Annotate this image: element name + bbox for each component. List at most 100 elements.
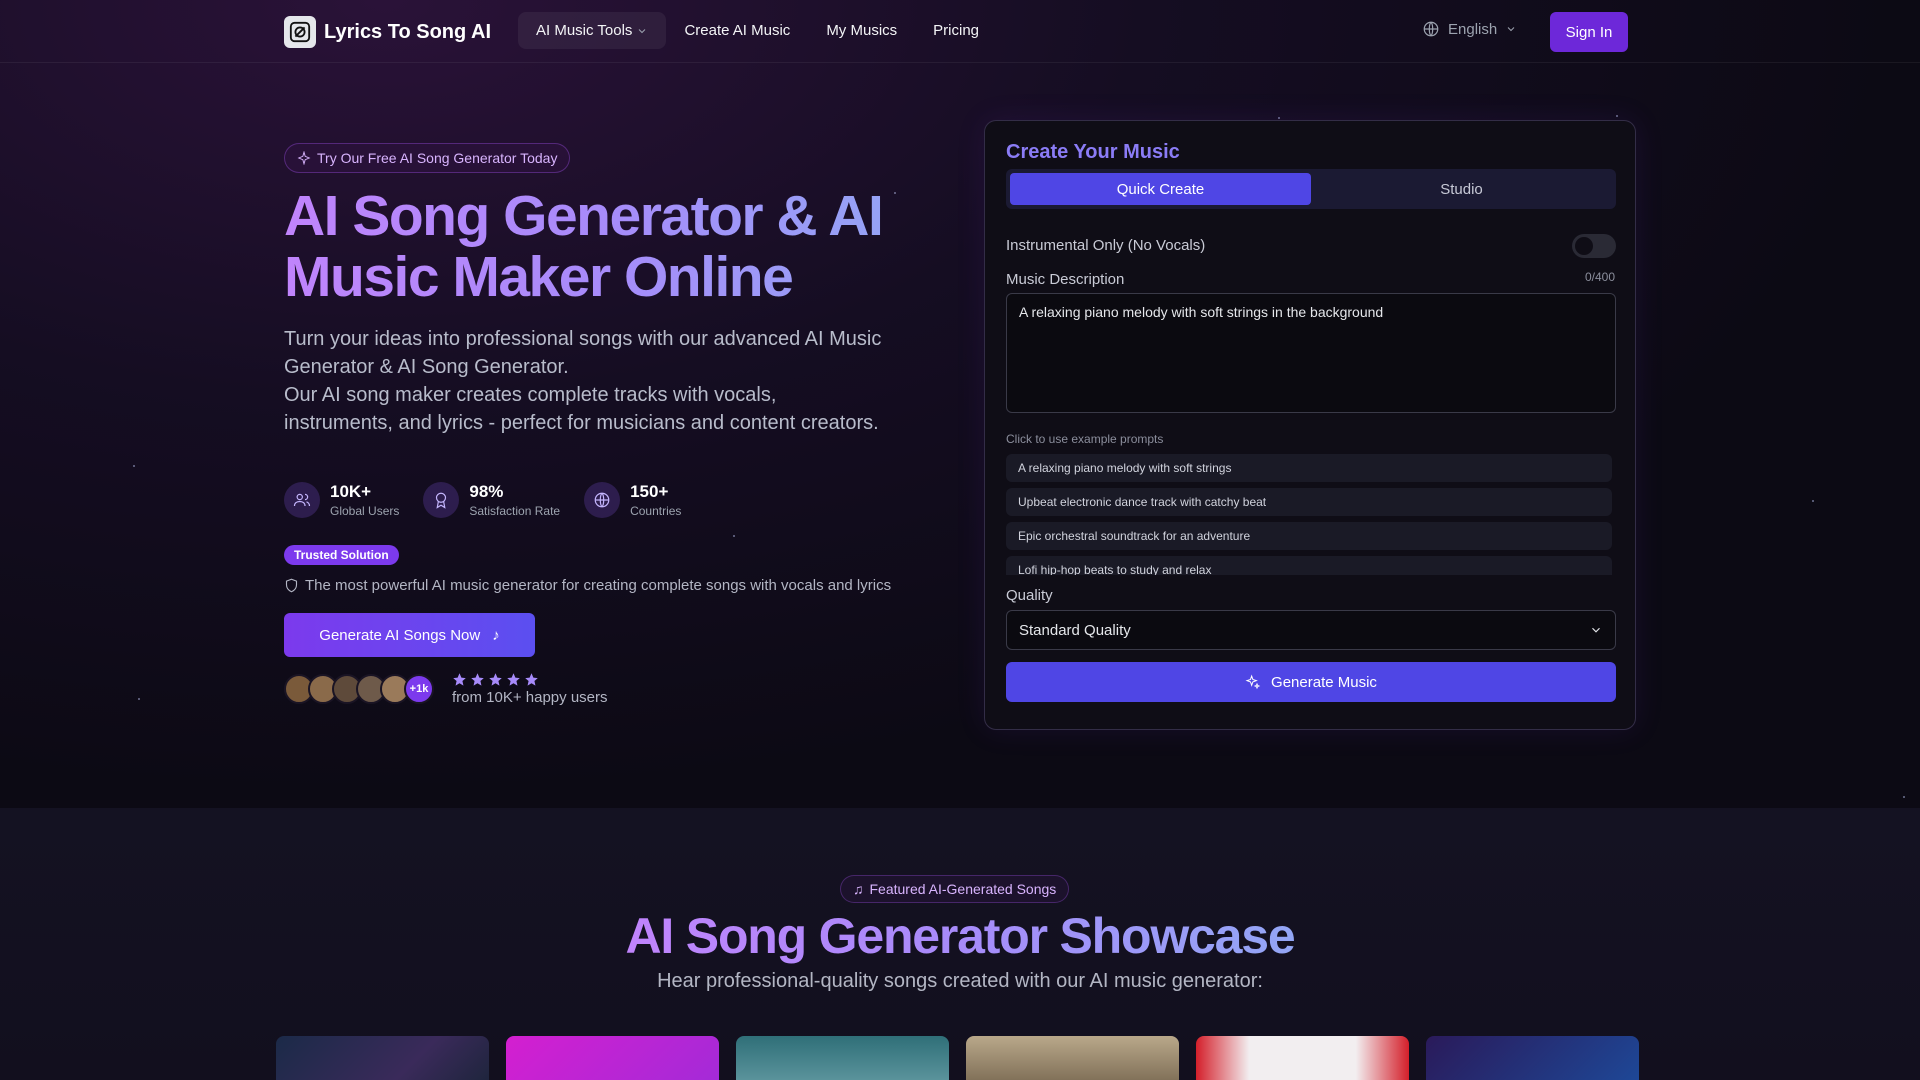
stat-satisfaction-rate: 98% Satisfaction Rate: [423, 482, 560, 518]
hero-description: Turn your ideas into professional songs …: [284, 325, 884, 437]
examples-label: Click to use example prompts: [1006, 432, 1164, 446]
award-icon: [423, 482, 460, 518]
nav-links: AI Music Tools Create AI Music My Musics…: [518, 12, 997, 49]
chevron-down-icon: [639, 28, 646, 33]
star-icon: [525, 673, 538, 686]
stat-label: Satisfaction Rate: [469, 504, 561, 518]
generate-ai-songs-button[interactable]: Generate AI Songs Now ♪: [284, 613, 535, 657]
stat-global-users: 10K+ Global Users: [284, 482, 399, 518]
music-description-input[interactable]: A relaxing piano melody with soft string…: [1006, 293, 1616, 413]
example-prompt[interactable]: Lofi hip-hop beats to study and relax: [1006, 556, 1612, 575]
create-music-card: Create Your Music Quick Create Studio In…: [984, 120, 1636, 730]
song-thumbnails: [276, 1036, 1639, 1080]
toggle-knob: [1575, 237, 1593, 255]
hero-description-line: Our AI song maker creates complete track…: [284, 384, 879, 434]
pill-text: Try Our Free AI Song Generator Today: [317, 150, 558, 166]
generate-music-button[interactable]: Generate Music: [1006, 662, 1616, 702]
rating-text: from 10K+ happy users: [452, 689, 608, 706]
trust-line: The most powerful AI music generator for…: [284, 577, 891, 594]
brand-logo[interactable]: Lyrics To Song AI: [284, 16, 491, 48]
nav-link-label: Pricing: [933, 22, 980, 39]
nav-link-label: AI Music Tools: [536, 22, 633, 39]
generate-music-label: Generate Music: [1271, 673, 1377, 691]
star-icon: [489, 673, 502, 686]
nav-create-ai-music[interactable]: Create AI Music: [666, 12, 808, 49]
song-cover-thumbnail[interactable]: [736, 1036, 949, 1080]
quality-select[interactable]: Standard Quality: [1006, 610, 1616, 650]
cta-label: Generate AI Songs Now: [319, 626, 481, 644]
stat-value: 98%: [469, 482, 504, 501]
star-icon: [453, 673, 466, 686]
instrumental-label: Instrumental Only (No Vocals): [1006, 237, 1206, 254]
stat-label: Global Users: [330, 504, 400, 518]
mode-tabs: Quick Create Studio: [1006, 169, 1616, 209]
quality-label: Quality: [1006, 587, 1053, 604]
top-navigation: Lyrics To Song AI AI Music Tools Create …: [0, 0, 1920, 63]
user-rating: from 10K+ happy users: [452, 672, 608, 706]
example-prompts-list[interactable]: A relaxing piano melody with soft string…: [1006, 454, 1612, 575]
song-cover-thumbnail[interactable]: [276, 1036, 489, 1080]
star-decoration: [1278, 117, 1280, 119]
showcase-subtitle: Hear professional-quality songs created …: [657, 970, 1263, 992]
instrumental-toggle[interactable]: [1572, 234, 1616, 258]
stat-value: 150+: [630, 482, 669, 501]
rating-stars: [452, 672, 608, 687]
sparkles-icon: [1245, 674, 1261, 690]
song-cover-thumbnail[interactable]: [1196, 1036, 1409, 1080]
brand-name: Lyrics To Song AI: [324, 20, 492, 43]
user-avatars: +1k: [284, 674, 434, 704]
star-decoration: [1812, 500, 1814, 502]
hero-title: AI Song Generator & AI Music Maker Onlin…: [284, 186, 924, 308]
featured-pill-text: Featured AI-Generated Songs: [869, 881, 1057, 897]
example-prompt[interactable]: Upbeat electronic dance track with catch…: [1006, 488, 1612, 516]
tab-quick-create[interactable]: Quick Create: [1010, 173, 1311, 205]
nav-my-musics[interactable]: My Musics: [808, 12, 915, 49]
star-decoration: [138, 698, 140, 700]
quality-value: Standard Quality: [1019, 621, 1131, 639]
chevron-down-icon: [1507, 27, 1515, 32]
nav-pricing[interactable]: Pricing: [915, 12, 997, 49]
featured-songs-pill: ♫ Featured AI-Generated Songs: [840, 875, 1070, 903]
trust-text: The most powerful AI music generator for…: [305, 577, 892, 594]
showcase-title: AI Song Generator Showcase: [0, 906, 1920, 966]
star-decoration: [133, 465, 135, 467]
stat-label: Countries: [630, 504, 682, 518]
globe-icon: [1423, 21, 1439, 37]
language-label: English: [1448, 20, 1498, 38]
showcase-title-text: AI Song Generator Showcase: [625, 908, 1296, 964]
description-label: Music Description: [1006, 271, 1125, 288]
star-decoration: [1616, 115, 1618, 117]
song-cover-thumbnail[interactable]: [1426, 1036, 1639, 1080]
globe-icon: [584, 482, 621, 518]
example-prompt[interactable]: Epic orchestral soundtrack for an advent…: [1006, 522, 1612, 550]
trusted-solution-badge: Trusted Solution: [284, 545, 399, 565]
free-generator-pill: Try Our Free AI Song Generator Today: [284, 143, 571, 173]
users-icon: [284, 482, 320, 518]
nav-link-label: Create AI Music: [684, 22, 791, 39]
language-selector[interactable]: English: [1422, 20, 1517, 38]
tab-studio[interactable]: Studio: [1311, 173, 1612, 205]
example-prompt[interactable]: A relaxing piano melody with soft string…: [1006, 454, 1612, 482]
star-decoration: [733, 535, 735, 537]
sign-in-button[interactable]: Sign In: [1550, 12, 1628, 52]
song-cover-thumbnail[interactable]: [966, 1036, 1179, 1080]
stat-value: 10K+: [330, 482, 372, 501]
stat-countries: 150+ Countries: [584, 482, 681, 518]
hero-description-line: Turn your ideas into professional songs …: [284, 328, 882, 378]
star-icon: [507, 673, 520, 686]
song-cover-thumbnail[interactable]: [506, 1036, 719, 1080]
description-char-count: 0/400: [1584, 270, 1615, 284]
avatar-more-count: +1k: [404, 674, 434, 704]
nav-ai-music-tools[interactable]: AI Music Tools: [518, 12, 667, 49]
music-note-icon: ♪: [492, 626, 500, 644]
chevron-down-icon: [1592, 627, 1600, 633]
star-icon: [471, 673, 484, 686]
music-note-icon: ♫: [853, 881, 864, 897]
nav-link-label: My Musics: [826, 22, 898, 39]
stats-row: 10K+ Global Users 98% Satisfaction Rate …: [284, 482, 681, 518]
shield-icon: [285, 578, 298, 593]
star-decoration: [1903, 796, 1905, 798]
sparkles-icon: [297, 151, 311, 165]
card-title: Create Your Music: [1006, 141, 1180, 163]
logo-icon: [284, 16, 316, 48]
